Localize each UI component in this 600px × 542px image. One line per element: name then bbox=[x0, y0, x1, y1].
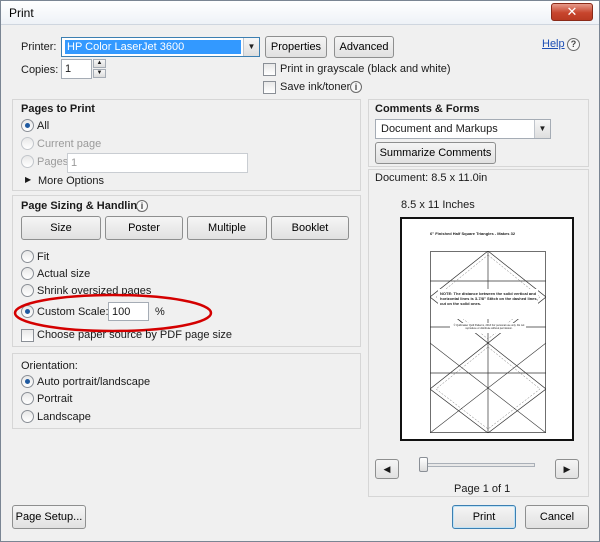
auto-orientation-radio[interactable] bbox=[21, 375, 34, 388]
orientation-title: Orientation: bbox=[21, 360, 78, 372]
all-pages-radio[interactable] bbox=[21, 119, 34, 132]
current-page-radio[interactable] bbox=[21, 137, 34, 150]
copies-spin-down[interactable]: ▼ bbox=[93, 69, 106, 78]
pages-range-input[interactable]: 1 bbox=[67, 153, 248, 173]
print-dialog: Print ✕ Printer: HP Color LaserJet 3600 … bbox=[0, 0, 600, 542]
save-ink-label: Save ink/toner bbox=[280, 81, 351, 93]
chevron-down-icon: ▼ bbox=[534, 120, 550, 138]
arrow-left-icon: ◀ bbox=[383, 464, 391, 474]
print-button[interactable]: Print bbox=[452, 505, 516, 529]
portrait-radio[interactable] bbox=[21, 392, 34, 405]
fit-label: Fit bbox=[37, 251, 50, 263]
preview-heading: 6" Finished Half Square Triangles - Make… bbox=[430, 231, 516, 236]
printer-value: HP Color LaserJet 3600 bbox=[65, 40, 241, 54]
next-page-button[interactable]: ▶ bbox=[555, 459, 579, 479]
landscape-radio[interactable] bbox=[21, 410, 34, 423]
paper-source-checkbox[interactable] bbox=[21, 329, 34, 342]
printer-label: Printer: bbox=[21, 41, 57, 53]
pages-label: Pages bbox=[37, 156, 69, 168]
page-indicator: Page 1 of 1 bbox=[454, 483, 511, 495]
title-bar: Print ✕ bbox=[1, 1, 599, 25]
copies-label: Copies: bbox=[21, 64, 59, 76]
copies-input[interactable]: 1 bbox=[61, 59, 92, 79]
comments-select-value: Document and Markups bbox=[381, 123, 498, 135]
copies-spin-up[interactable]: ▲ bbox=[93, 59, 106, 68]
page-preview: 6" Finished Half Square Triangles - Make… bbox=[400, 217, 574, 441]
tab-poster[interactable]: Poster bbox=[105, 216, 183, 240]
advanced-button[interactable]: Advanced bbox=[334, 36, 394, 58]
more-options-toggle[interactable]: More Options bbox=[38, 175, 104, 187]
pages-to-print-title: Pages to Print bbox=[21, 103, 95, 115]
page-slider-track[interactable] bbox=[419, 463, 535, 467]
arrow-right-icon: ▶ bbox=[563, 464, 571, 474]
preview-note: NOTE: The distance between the solid ver… bbox=[440, 291, 538, 306]
fit-radio[interactable] bbox=[21, 250, 34, 263]
tab-multiple[interactable]: Multiple bbox=[187, 216, 267, 240]
properties-button[interactable]: Properties bbox=[265, 36, 327, 58]
tab-booklet[interactable]: Booklet bbox=[271, 216, 349, 240]
portrait-label: Portrait bbox=[37, 393, 73, 405]
auto-orientation-label: Auto portrait/landscape bbox=[37, 376, 151, 388]
page-setup-button[interactable]: Page Setup... bbox=[12, 505, 86, 529]
triangle-right-icon[interactable]: ▶ bbox=[25, 175, 31, 184]
actual-size-label: Actual size bbox=[37, 268, 91, 280]
quilt-pattern-diagram bbox=[430, 251, 546, 433]
help-icon[interactable]: ? bbox=[567, 38, 580, 51]
grayscale-checkbox[interactable] bbox=[263, 63, 276, 76]
preview-copyright: © Quiltmaker Quilt Patterns, 2013 For pe… bbox=[453, 324, 525, 330]
page-sizing-title: Page Sizing & Handling bbox=[21, 200, 144, 212]
previous-page-button[interactable]: ◀ bbox=[375, 459, 399, 479]
close-icon: ✕ bbox=[566, 4, 578, 19]
document-size-label: Document: 8.5 x 11.0in bbox=[375, 172, 488, 184]
page-slider-thumb[interactable] bbox=[419, 457, 428, 472]
pages-radio[interactable] bbox=[21, 155, 34, 168]
landscape-label: Landscape bbox=[37, 411, 91, 423]
chevron-down-icon: ▼ bbox=[243, 38, 259, 56]
save-ink-checkbox[interactable] bbox=[263, 81, 276, 94]
window-title: Print bbox=[9, 6, 34, 20]
comments-title: Comments & Forms bbox=[375, 103, 480, 115]
paper-size-label: 8.5 x 11 Inches bbox=[401, 199, 475, 211]
paper-source-label: Choose paper source by PDF page size bbox=[37, 329, 233, 341]
info-icon[interactable]: i bbox=[350, 81, 362, 93]
all-pages-label: All bbox=[37, 120, 50, 132]
info-icon[interactable]: i bbox=[136, 200, 148, 212]
grayscale-label: Print in grayscale (black and white) bbox=[280, 63, 451, 75]
comments-select[interactable]: Document and Markups ▼ bbox=[375, 119, 551, 139]
actual-size-radio[interactable] bbox=[21, 267, 34, 280]
tab-size[interactable]: Size bbox=[21, 216, 101, 240]
help-link[interactable]: Help bbox=[542, 38, 565, 50]
printer-select[interactable]: HP Color LaserJet 3600 ▼ bbox=[61, 37, 260, 57]
close-button[interactable]: ✕ bbox=[551, 3, 593, 21]
summarize-comments-button[interactable]: Summarize Comments bbox=[375, 142, 496, 164]
current-page-label: Current page bbox=[37, 138, 102, 150]
cancel-button[interactable]: Cancel bbox=[525, 505, 589, 529]
